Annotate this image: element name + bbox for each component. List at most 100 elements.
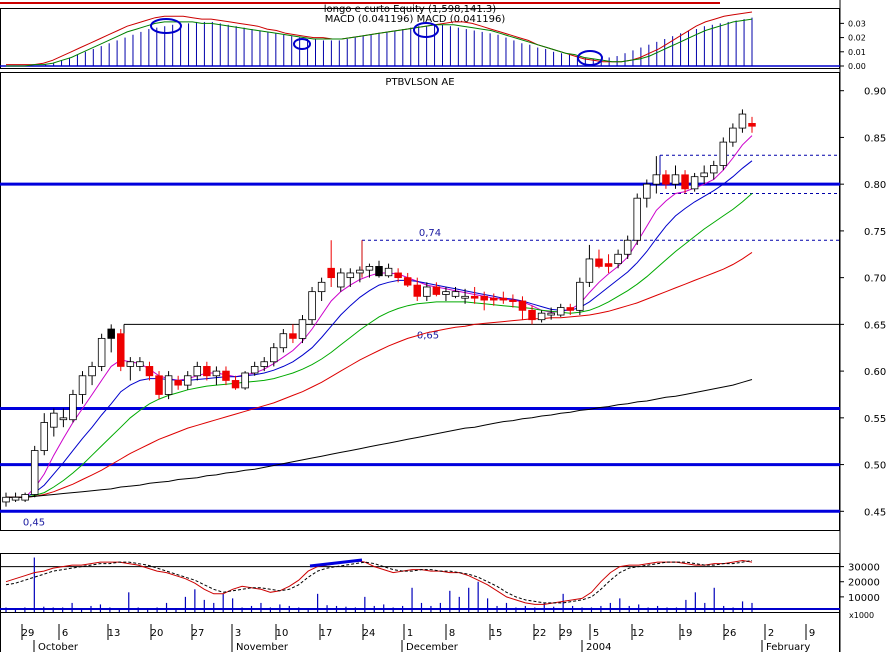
candle-body — [231, 380, 240, 389]
candle-body — [241, 372, 249, 389]
candle-body — [748, 123, 756, 127]
candle-body — [729, 127, 737, 143]
candle-body — [480, 295, 488, 301]
candle-body — [652, 174, 661, 185]
candle-body — [21, 494, 29, 501]
candle-body — [537, 312, 546, 321]
candle-body — [183, 375, 192, 386]
candle-body — [279, 333, 288, 349]
candle-body — [556, 307, 565, 316]
candle-body — [499, 297, 508, 301]
candle-body — [442, 291, 450, 295]
date-axis: 29 6 13 20 27 3 10 17 24 1 8 15 22 29 5 12 19 26 2 9October… — [21, 624, 815, 652]
candle-body — [298, 319, 307, 339]
date-tick-label: 22 — [534, 628, 547, 639]
candle-body — [671, 174, 680, 185]
level-annotation: 0,65 — [417, 330, 439, 341]
candle-body — [585, 258, 594, 283]
date-tick-label: 6 — [62, 628, 68, 639]
candle-body — [490, 297, 498, 301]
candle-body — [451, 291, 460, 297]
candle-body — [30, 450, 39, 495]
candle-body — [69, 394, 77, 421]
candle-body — [690, 176, 699, 190]
oscillator-ytick-label: 30000 — [848, 563, 880, 574]
candle-body — [518, 300, 527, 311]
candle-body — [270, 347, 278, 363]
date-tick-label: 26 — [724, 628, 737, 639]
date-tick-label: 13 — [108, 628, 121, 639]
chart-window: longo e curto Equity (1,598,141.3) MACD … — [0, 0, 893, 652]
candle-body — [681, 174, 689, 190]
candle-body — [222, 370, 230, 381]
candle-body — [509, 299, 517, 302]
macd-subtitle: MACD (0.041196) MACD (0.041196) — [325, 14, 506, 25]
month-label: February — [766, 642, 810, 652]
candle-body — [375, 266, 383, 277]
divergence-mark — [309, 558, 363, 568]
date-tick-label: 9 — [809, 628, 815, 639]
macd-ytick-label: 0.03 — [848, 19, 866, 28]
candle-body — [136, 361, 144, 367]
macd-panel: longo e curto Equity (1,598,141.3) MACD … — [0, 4, 866, 71]
candle-body — [700, 172, 708, 178]
candle-body — [97, 337, 106, 367]
date-tick-label: 27 — [192, 628, 205, 639]
date-tick-label: 29 — [560, 628, 573, 639]
candle-body — [117, 333, 125, 367]
candle-body — [423, 286, 431, 297]
candle-body — [193, 366, 202, 377]
candle-body — [709, 165, 718, 174]
candle-body — [384, 267, 393, 277]
price-title: PTBVLSON AE — [385, 77, 454, 88]
candle-body — [327, 267, 335, 279]
candle-body — [356, 269, 364, 274]
candle-body — [11, 496, 20, 501]
oscillator-ytick-label: 20000 — [848, 578, 880, 589]
candle-body — [738, 113, 747, 129]
candle-body — [432, 286, 441, 295]
candle-body — [528, 309, 536, 321]
macd-ytick-label: 0.00 — [848, 62, 866, 71]
candle-body — [107, 328, 115, 339]
candle-body — [394, 272, 402, 279]
price-ytick-label: 0.90 — [864, 87, 886, 98]
price-ytick-label: 0.75 — [864, 227, 886, 238]
macd-ytick-label: 0.01 — [848, 48, 866, 57]
candle-body — [365, 266, 374, 271]
panel-frames — [0, 0, 841, 652]
moving-average-line — [6, 251, 753, 498]
macd-ytick-label: 0.02 — [848, 34, 866, 43]
candle-body — [250, 366, 259, 374]
oscillator-ytick-label: 10000 — [848, 593, 880, 604]
candle-body — [547, 312, 555, 316]
candle-body — [346, 272, 355, 279]
date-tick-label: 17 — [320, 628, 333, 639]
candle-body — [212, 370, 221, 377]
candle-body — [566, 307, 575, 311]
price-ytick-label: 0.60 — [864, 367, 886, 378]
candle-body — [336, 272, 345, 288]
candle-body — [662, 174, 670, 185]
level-annotation: 0,45 — [23, 517, 45, 528]
date-tick-label: 24 — [363, 628, 376, 639]
candle-body — [145, 366, 154, 377]
date-tick-label: 5 — [593, 628, 599, 639]
date-tick-label: 12 — [632, 628, 645, 639]
candle-body — [595, 258, 603, 267]
moving-average-line — [6, 379, 753, 498]
candle-body — [40, 422, 49, 451]
price-ytick-label: 0.50 — [864, 461, 886, 472]
candle-body — [461, 295, 469, 299]
candle-body — [59, 417, 68, 421]
date-tick-label: 3 — [235, 628, 241, 639]
candle-body — [203, 366, 211, 377]
date-tick-label: 1 — [407, 628, 413, 639]
candle-body — [50, 412, 58, 428]
price-ytick-label: 0.80 — [864, 180, 886, 191]
candle-body — [604, 263, 613, 267]
date-tick-label: 29 — [22, 628, 35, 639]
panel-border — [0, 72, 840, 531]
candle-body — [164, 375, 173, 395]
candle-body — [78, 375, 87, 395]
